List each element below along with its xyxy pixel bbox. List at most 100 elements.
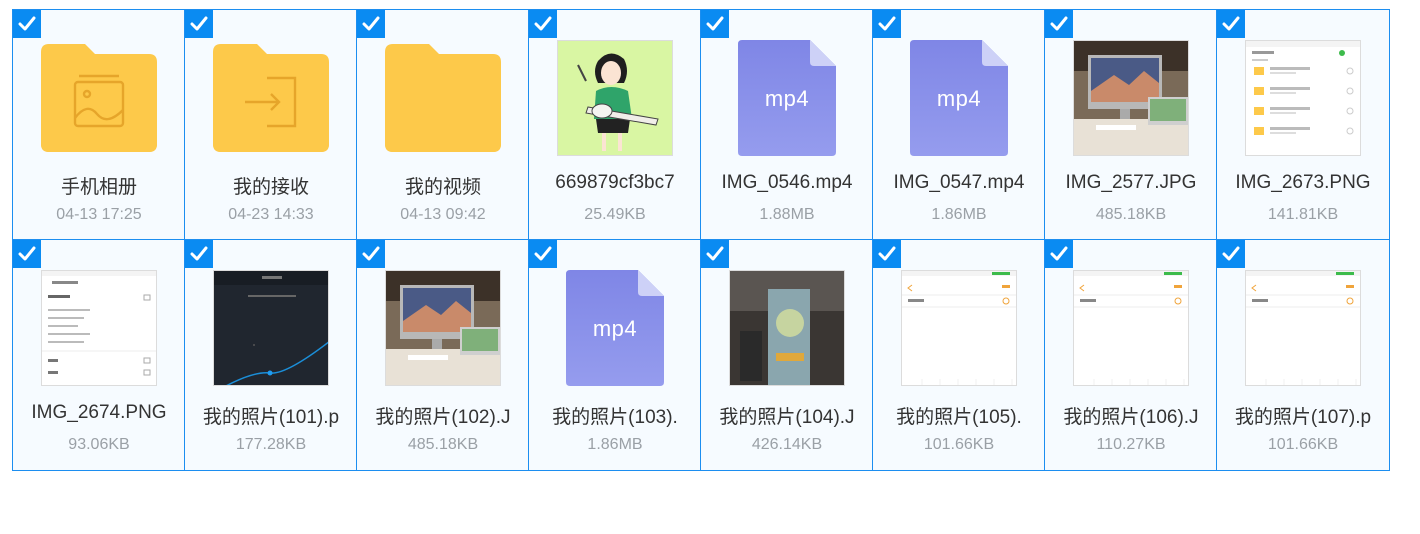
selected-checkbox[interactable] xyxy=(13,240,41,268)
file-tile[interactable]: mp4 IMG_0546.mp4 1.88MB xyxy=(700,9,874,241)
selected-checkbox[interactable] xyxy=(873,10,901,38)
file-meta: 101.66KB xyxy=(923,436,995,453)
selected-checkbox[interactable] xyxy=(185,240,213,268)
checkmark-icon xyxy=(878,246,896,261)
checkmark-icon xyxy=(18,246,36,261)
checkmark-icon xyxy=(190,16,208,31)
desk-photo-thumbnail xyxy=(1073,40,1189,156)
totoro-photo-thumbnail xyxy=(729,270,845,386)
file-name: 669879cf3bc7 xyxy=(555,172,675,193)
file-extension-label: mp4 xyxy=(764,86,810,111)
file-tile[interactable]: mp4 我的照片(103). 1.86MB xyxy=(528,239,702,471)
file-name: IMG_0546.mp4 xyxy=(721,172,853,193)
form-screenshot-thumbnail xyxy=(901,270,1017,386)
file-tile[interactable]: IMG_2577.JPG 485.18KB xyxy=(1044,9,1218,241)
file-tile[interactable]: 我的视频 04-13 09:42 xyxy=(356,9,530,241)
checkmark-icon xyxy=(362,16,380,31)
screenshot-thumbnail xyxy=(41,270,157,386)
file-tile[interactable]: IMG_2673.PNG 141.81KB xyxy=(1216,9,1390,241)
file-meta: 177.28KB xyxy=(235,436,307,453)
file-meta: 110.27KB xyxy=(1096,436,1166,453)
file-meta: 25.49KB xyxy=(584,206,646,223)
form-screenshot-thumbnail xyxy=(1073,270,1189,386)
file-tile[interactable]: 我的照片(106).J 110.27KB xyxy=(1044,239,1218,471)
checkmark-icon xyxy=(706,246,724,261)
selected-checkbox[interactable] xyxy=(873,240,901,268)
file-tile[interactable]: 我的照片(107).p 101.66KB xyxy=(1216,239,1390,471)
mp4-file-icon: mp4 xyxy=(901,40,1017,156)
file-name: 我的照片(105). xyxy=(896,407,1022,428)
file-tile[interactable]: IMG_2674.PNG 93.06KB xyxy=(12,239,186,471)
mp4-file-icon: mp4 xyxy=(557,270,673,386)
file-name: IMG_2577.JPG xyxy=(1065,172,1197,193)
file-meta: 426.14KB xyxy=(751,436,823,453)
file-tile[interactable]: 我的照片(102).J 485.18KB xyxy=(356,239,530,471)
file-name: 我的照片(106).J xyxy=(1063,407,1199,428)
checkmark-icon xyxy=(1050,246,1068,261)
checkmark-icon xyxy=(1050,16,1068,31)
checkmark-icon xyxy=(362,246,380,261)
file-name: 我的照片(103). xyxy=(552,407,678,428)
file-meta: 04-13 09:42 xyxy=(400,206,486,223)
file-tile[interactable]: mp4 IMG_0547.mp4 1.86MB xyxy=(872,9,1046,241)
form-screenshot-thumbnail xyxy=(1245,270,1361,386)
file-name: 我的视频 xyxy=(404,177,481,198)
file-meta: 1.86MB xyxy=(587,436,643,453)
selected-checkbox[interactable] xyxy=(701,240,729,268)
selected-checkbox[interactable] xyxy=(701,10,729,38)
checkmark-icon xyxy=(706,16,724,31)
selected-checkbox[interactable] xyxy=(185,10,213,38)
file-name: IMG_2673.PNG xyxy=(1235,172,1371,193)
folder-icon xyxy=(385,40,501,156)
photo-album-folder-icon xyxy=(41,40,157,156)
file-meta: 141.81KB xyxy=(1267,206,1339,223)
file-tile[interactable]: 我的接收 04-23 14:33 xyxy=(184,9,358,241)
selected-checkbox[interactable] xyxy=(357,10,385,38)
file-tile[interactable]: 669879cf3bc7 25.49KB xyxy=(528,9,702,241)
checkmark-icon xyxy=(1222,16,1240,31)
checkmark-icon xyxy=(1222,246,1240,261)
file-name: 我的照片(107).p xyxy=(1234,407,1372,428)
checkmark-icon xyxy=(18,16,36,31)
file-tile[interactable]: 我的照片(104).J 426.14KB xyxy=(700,239,874,471)
file-grid: 手机相册 04-13 17:25 我的接收 04-23 14:33 我的视频 0… xyxy=(12,9,1390,471)
file-name: 手机相册 xyxy=(60,177,137,198)
file-extension-label: mp4 xyxy=(936,86,982,111)
file-extension-label: mp4 xyxy=(592,316,638,341)
file-meta: 04-13 17:25 xyxy=(56,206,142,223)
checkmark-icon xyxy=(534,16,552,31)
selected-checkbox[interactable] xyxy=(357,240,385,268)
file-tile[interactable]: 我的照片(105). 101.66KB xyxy=(872,239,1046,471)
file-name: IMG_0547.mp4 xyxy=(893,172,1025,193)
file-tile[interactable]: 我的照片(101).p 177.28KB xyxy=(184,239,358,471)
file-name: 我的照片(101).p xyxy=(202,407,340,428)
checkmark-icon xyxy=(190,246,208,261)
selected-checkbox[interactable] xyxy=(529,10,557,38)
desk-photo-thumbnail xyxy=(385,270,501,386)
illustration-thumbnail xyxy=(557,40,673,156)
selected-checkbox[interactable] xyxy=(1045,10,1073,38)
mp4-file-icon: mp4 xyxy=(729,40,845,156)
received-folder-icon xyxy=(213,40,329,156)
selected-checkbox[interactable] xyxy=(1217,10,1245,38)
file-meta: 485.18KB xyxy=(407,436,479,453)
file-meta: 04-23 14:33 xyxy=(228,206,314,223)
file-meta: 101.66KB xyxy=(1267,436,1339,453)
file-name: 我的照片(104).J xyxy=(719,407,855,428)
file-meta: 1.86MB xyxy=(931,206,987,223)
file-name: 我的照片(102).J xyxy=(375,407,511,428)
file-meta: 485.18KB xyxy=(1095,206,1167,223)
selected-checkbox[interactable] xyxy=(1045,240,1073,268)
screenshot-thumbnail xyxy=(1245,40,1361,156)
selected-checkbox[interactable] xyxy=(529,240,557,268)
selected-checkbox[interactable] xyxy=(1217,240,1245,268)
selected-checkbox[interactable] xyxy=(13,10,41,38)
file-meta: 1.88MB xyxy=(759,206,815,223)
file-tile[interactable]: 手机相册 04-13 17:25 xyxy=(12,9,186,241)
file-name: IMG_2674.PNG xyxy=(31,402,167,423)
checkmark-icon xyxy=(534,246,552,261)
checkmark-icon xyxy=(878,16,896,31)
file-name: 我的接收 xyxy=(232,177,309,198)
dark-screenshot-thumbnail xyxy=(213,270,329,386)
file-meta: 93.06KB xyxy=(68,436,130,453)
